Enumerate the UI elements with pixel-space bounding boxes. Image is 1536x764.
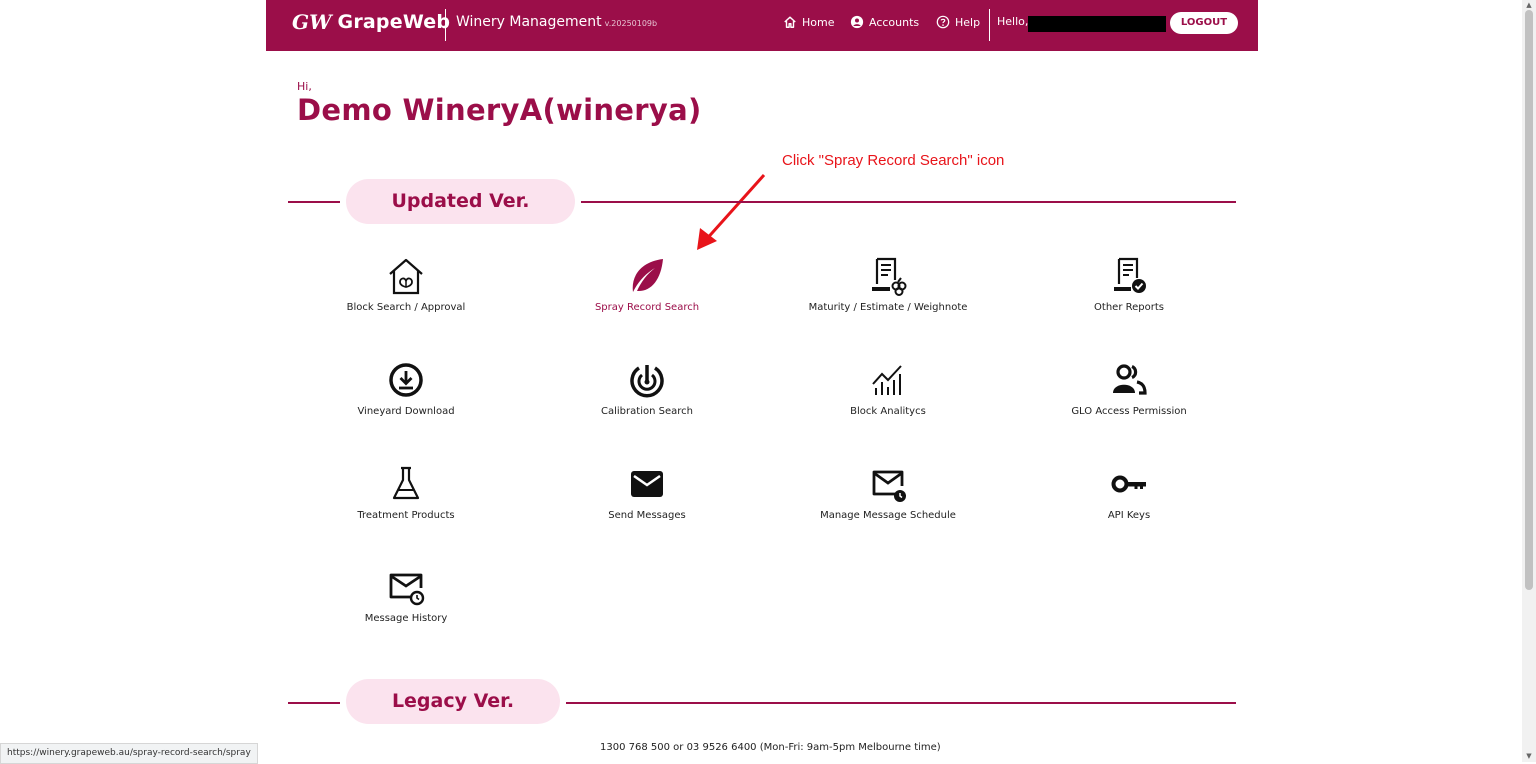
greenhouse-icon	[389, 258, 423, 295]
app-version: v.20250109b	[604, 19, 658, 28]
tile-label: Message History	[364, 613, 448, 624]
hello-greeting: Hello,	[997, 15, 1029, 28]
tile-label: Other Reports	[1094, 302, 1164, 313]
tile-other-reports[interactable]: Other Reports	[1019, 256, 1239, 313]
help-icon	[936, 15, 950, 29]
legacy-rule-left	[288, 702, 340, 704]
mail-history-icon	[389, 573, 425, 606]
greeting-hi: Hi,	[297, 80, 312, 93]
page-scrollbar[interactable]: ▲ ▼	[1522, 0, 1536, 762]
tile-calibration-search[interactable]: Calibration Search	[537, 360, 757, 417]
mail-clock-icon	[872, 470, 906, 502]
section-updated-title: Updated Ver.	[346, 179, 575, 224]
app-title: Winery Management	[456, 14, 602, 30]
tile-label: GLO Access Permission	[1071, 406, 1187, 417]
nav-home[interactable]: Home	[783, 15, 834, 29]
section-legacy-title: Legacy Ver.	[346, 679, 560, 724]
report-grapes-icon	[872, 257, 907, 296]
tile-manage-message-schedule[interactable]: Manage Message Schedule	[778, 464, 998, 521]
users-icon	[1113, 364, 1147, 395]
report-check-icon	[1114, 257, 1146, 293]
logout-button[interactable]: LOGOUT	[1170, 12, 1238, 34]
tile-label: API Keys	[1107, 510, 1151, 521]
redacted-username	[1028, 16, 1166, 32]
tile-label: Calibration Search	[601, 406, 693, 417]
scroll-down-icon[interactable]: ▼	[1525, 752, 1533, 760]
calibration-icon	[630, 365, 664, 398]
download-icon	[389, 363, 423, 397]
home-icon	[784, 16, 796, 28]
legacy-rule-right	[566, 702, 1236, 704]
nav-help[interactable]: Help	[936, 15, 980, 29]
tile-label: Manage Message Schedule	[820, 510, 956, 521]
header-divider-right	[989, 9, 990, 41]
winery-name: Demo WineryA(winerya)	[297, 93, 702, 127]
nav-accounts[interactable]: Accounts	[850, 15, 919, 29]
scroll-up-icon[interactable]: ▲	[1525, 1, 1533, 9]
tile-label: Send Messages	[608, 510, 686, 521]
logo-mark: GW	[292, 10, 332, 34]
tile-maturity-estimate-weighnote[interactable]: Maturity / Estimate / Weighnote	[778, 256, 998, 313]
tile-label: Block Search / Approval	[346, 302, 466, 313]
tile-glo-access-permission[interactable]: GLO Access Permission	[1019, 360, 1239, 417]
leaf-icon	[632, 259, 663, 292]
grapeweb-logo[interactable]: GW GrapeWeb	[292, 10, 450, 34]
mail-icon	[631, 471, 663, 497]
tile-spray-record-search[interactable]: Spray Record Search	[537, 256, 757, 313]
tile-vineyard-download[interactable]: Vineyard Download	[296, 360, 516, 417]
nav-accounts-label: Accounts	[869, 15, 920, 29]
app-name: Winery Management v.20250109b	[456, 14, 657, 30]
flask-icon	[392, 466, 420, 500]
tile-send-messages[interactable]: Send Messages	[537, 464, 757, 521]
annotation-arrow-icon	[697, 173, 766, 250]
annotation-text: Click "Spray Record Search" icon	[782, 152, 1005, 169]
section-rule-right	[581, 201, 1236, 203]
tile-message-history[interactable]: Message History	[296, 567, 516, 624]
section-rule-left	[288, 201, 340, 203]
tile-label: Vineyard Download	[357, 406, 455, 417]
nav-home-label: Home	[802, 15, 835, 29]
tile-treatment-products[interactable]: Treatment Products	[296, 464, 516, 521]
tile-label: Maturity / Estimate / Weighnote	[808, 302, 968, 313]
tile-label: Block Analitycs	[850, 406, 926, 417]
top-navigation-bar: GW GrapeWeb Winery Management v.20250109b…	[266, 0, 1258, 51]
tile-api-keys[interactable]: API Keys	[1019, 464, 1239, 521]
tile-block-analytics[interactable]: Block Analitycs	[778, 360, 998, 417]
analytics-icon	[872, 365, 902, 395]
header-divider	[445, 9, 446, 41]
tile-block-search-approval[interactable]: Block Search / Approval	[296, 256, 516, 313]
tile-label: Spray Record Search	[594, 302, 700, 313]
key-icon	[1111, 475, 1146, 493]
account-icon	[850, 15, 864, 29]
logo-text: GrapeWeb	[337, 11, 451, 33]
scrollbar-thumb[interactable]	[1525, 10, 1533, 590]
tile-label: Treatment Products	[357, 510, 455, 521]
footer-contact: 1300 768 500 or 03 9526 6400 (Mon-Fri: 9…	[600, 742, 941, 753]
browser-status-url: https://winery.grapeweb.au/spray-record-…	[0, 743, 258, 764]
nav-help-label: Help	[955, 15, 981, 29]
